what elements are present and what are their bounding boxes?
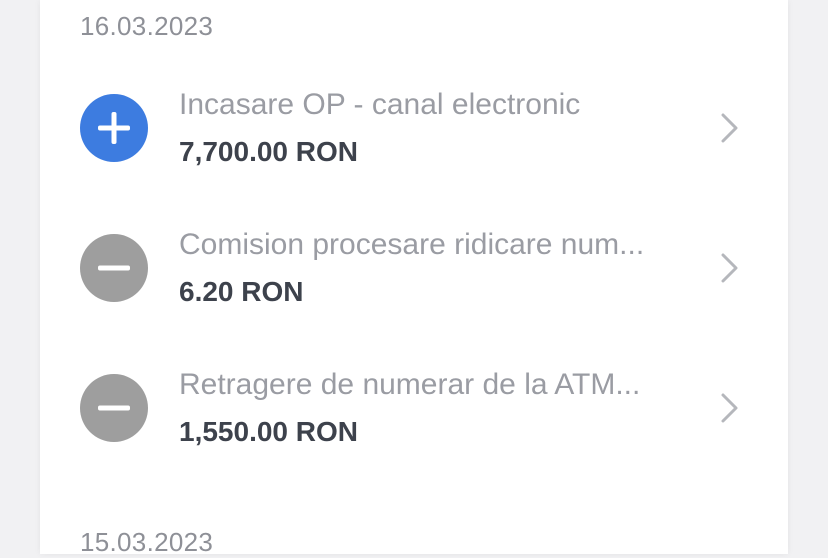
transaction-description: Retragere de numerar de la ATM... [179, 368, 641, 401]
transaction-amount: 7,700.00 RON [179, 136, 358, 167]
transaction-amount: 6.20 RON [179, 276, 304, 307]
date-header: 16.03.2023 [80, 11, 214, 41]
transaction-amount: 1,550.00 RON [179, 416, 358, 447]
plus-circle-icon [80, 94, 148, 162]
chevron-right-icon [718, 110, 742, 146]
transaction-row[interactable]: Retragere de numerar de la ATM... 1,550.… [40, 356, 788, 456]
transaction-row[interactable]: Comision procesare ridicare num... 6.20 … [40, 216, 788, 316]
transaction-description: Comision procesare ridicare num... [179, 228, 645, 261]
date-header: 15.03.2023 [80, 527, 214, 557]
chevron-right-icon [718, 390, 742, 426]
minus-circle-icon [80, 374, 148, 442]
transactions-card: 16.03.2023 Incasare OP - canal electroni… [40, 0, 788, 557]
minus-circle-icon [80, 234, 148, 302]
transaction-row[interactable]: Incasare OP - canal electronic 7,700.00 … [40, 76, 788, 176]
chevron-right-icon [718, 250, 742, 286]
transaction-description: Incasare OP - canal electronic [179, 88, 581, 121]
